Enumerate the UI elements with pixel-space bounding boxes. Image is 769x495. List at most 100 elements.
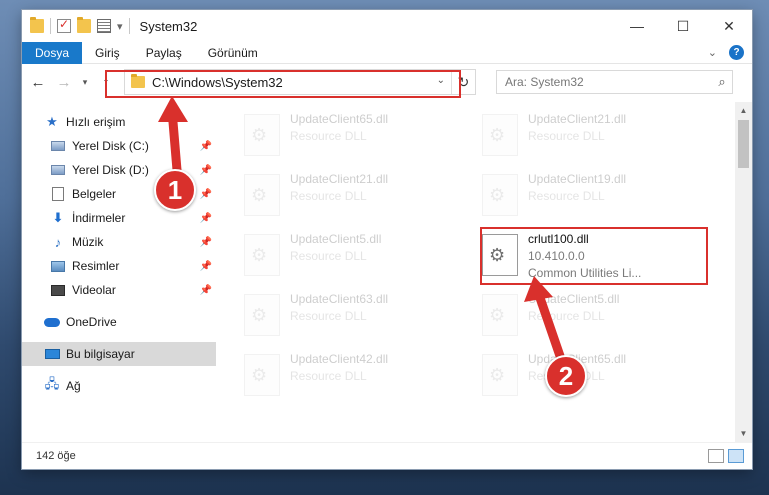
explorer-body: ★ Hızlı erişim Yerel Disk (C:) 📌 Yerel D…	[22, 102, 752, 442]
nav-label: Belgeler	[72, 187, 117, 201]
nav-label: Yerel Disk (C:)	[72, 139, 149, 153]
item-count: 142 öğe	[36, 450, 76, 462]
tab-giris[interactable]: Giriş	[82, 42, 133, 64]
callout-badge-1: 1	[154, 169, 196, 211]
help-icon[interactable]: ?	[729, 45, 744, 60]
nav-label: Bu bilgisayar	[66, 347, 135, 361]
quick-access-toolbar: ▾	[22, 17, 130, 34]
file-item[interactable]: UpdateClient5.dll Resource DLL	[482, 290, 712, 342]
nav-label: Müzik	[72, 235, 104, 249]
file-name: UpdateClient65.dll	[290, 112, 389, 126]
scroll-down-icon[interactable]: ▼	[735, 425, 752, 442]
navigation-pane: ★ Hızlı erişim Yerel Disk (C:) 📌 Yerel D…	[22, 102, 216, 442]
maximize-button[interactable]: ☐	[660, 10, 706, 42]
recent-locations-button[interactable]: ▾	[80, 77, 90, 88]
vertical-scrollbar[interactable]: ▲ ▼	[735, 102, 752, 442]
pictures-icon	[50, 258, 66, 274]
file-name: UpdateClient19.dll	[528, 172, 627, 186]
documents-icon	[50, 186, 66, 202]
view-properties-icon[interactable]	[97, 19, 111, 33]
pin-icon[interactable]: 📌	[200, 213, 212, 224]
forward-button[interactable]: →	[54, 74, 74, 91]
window-controls: — ☐ ✕	[614, 10, 752, 42]
search-icon[interactable]: ⌕	[712, 74, 732, 90]
file-name: UpdateClient21.dll	[290, 172, 389, 186]
file-item[interactable]: UpdateClient5.dll Resource DLL	[244, 230, 474, 282]
file-name: UpdateClient42.dll	[290, 352, 389, 366]
file-name: UpdateClient5.dll	[528, 292, 620, 306]
tab-gorunum[interactable]: Görünüm	[195, 42, 271, 64]
minimize-button[interactable]: —	[614, 10, 660, 42]
file-item[interactable]: UpdateClient21.dll Resource DLL	[244, 170, 474, 222]
nav-label: Ağ	[66, 379, 81, 393]
back-button[interactable]: ←	[28, 74, 48, 91]
file-item[interactable]: UpdateClient19.dll Resource DLL	[482, 170, 712, 222]
ribbon-right-controls: ⌄ ?	[708, 45, 752, 60]
properties-check-icon[interactable]	[57, 17, 71, 33]
status-bar: 142 öğe	[22, 442, 752, 469]
scroll-thumb[interactable]	[738, 120, 749, 168]
nav-item-pictures[interactable]: Resimler 📌	[22, 254, 216, 278]
customize-toolbar-dropdown[interactable]: ▾	[117, 20, 123, 33]
toolbar-separator	[50, 18, 51, 34]
file-item[interactable]: UpdateClient42.dll Resource DLL	[244, 350, 474, 402]
nav-item-downloads[interactable]: ⬇ İndirmeler 📌	[22, 206, 216, 230]
dll-file-icon	[244, 294, 280, 336]
large-icons-view-icon[interactable]	[728, 449, 744, 463]
folder-icon[interactable]	[30, 17, 44, 33]
music-icon: ♪	[54, 234, 62, 250]
dll-file-icon	[482, 174, 518, 216]
close-button[interactable]: ✕	[706, 10, 752, 42]
file-name: UpdateClient21.dll	[528, 112, 627, 126]
file-item[interactable]: UpdateClient65.dll Resource DLL	[244, 110, 474, 162]
nav-onedrive[interactable]: OneDrive	[22, 310, 216, 334]
file-item[interactable]: UpdateClient63.dll Resource DLL	[244, 290, 474, 342]
search-input[interactable]: Ara: System32 ⌕	[496, 70, 733, 94]
file-item[interactable]: UpdateClient65.dll Resource DLL	[482, 350, 712, 402]
title-bar: ▾ System32 — ☐ ✕	[22, 10, 752, 42]
disk-icon	[50, 138, 66, 154]
nav-quick-access[interactable]: ★ Hızlı erişim	[22, 110, 216, 134]
file-type: Resource DLL	[290, 189, 367, 203]
file-name: UpdateClient63.dll	[290, 292, 389, 306]
view-switcher	[708, 449, 752, 463]
new-folder-icon[interactable]	[77, 17, 91, 33]
nav-label: Resimler	[72, 259, 120, 273]
tab-dosya[interactable]: Dosya	[22, 41, 83, 64]
details-view-icon[interactable]	[708, 449, 724, 463]
pin-icon[interactable]: 📌	[200, 261, 212, 272]
nav-item-disk-c[interactable]: Yerel Disk (C:) 📌	[22, 134, 216, 158]
file-name: UpdateClient5.dll	[290, 232, 382, 246]
file-type: Resource DLL	[290, 369, 367, 383]
nav-this-pc[interactable]: Bu bilgisayar	[22, 342, 216, 366]
dll-file-icon	[482, 294, 518, 336]
file-item[interactable]: UpdateClient21.dll Resource DLL	[482, 110, 712, 162]
nav-label: İndirmeler	[72, 211, 126, 225]
computer-icon	[44, 346, 60, 362]
pin-icon[interactable]: 📌	[200, 237, 212, 248]
file-type: Resource DLL	[290, 129, 367, 143]
window-title: System32	[139, 18, 198, 34]
tab-paylas[interactable]: Paylaş	[133, 42, 195, 64]
file-type: Resource DLL	[528, 309, 605, 323]
nav-network[interactable]: 🖧 Ağ	[22, 374, 216, 398]
star-icon: ★	[46, 114, 58, 129]
scroll-up-icon[interactable]: ▲	[735, 102, 752, 119]
file-type: Resource DLL	[290, 309, 367, 323]
dll-file-icon	[244, 174, 280, 216]
pin-icon[interactable]: 📌	[200, 141, 212, 152]
videos-icon	[50, 282, 66, 298]
file-type: Resource DLL	[528, 189, 605, 203]
disk-icon	[50, 162, 66, 178]
download-icon: ⬇	[52, 210, 64, 225]
pin-icon[interactable]: 📌	[200, 189, 212, 200]
expand-ribbon-icon[interactable]: ⌄	[708, 46, 717, 59]
nav-item-music[interactable]: ♪ Müzik 📌	[22, 230, 216, 254]
nav-label: Hızlı erişim	[66, 115, 126, 129]
pin-icon[interactable]: 📌	[200, 165, 212, 176]
file-type: Resource DLL	[290, 249, 367, 263]
nav-item-videos[interactable]: Videolar 📌	[22, 278, 216, 302]
search-placeholder: Ara: System32	[505, 75, 584, 89]
pin-icon[interactable]: 📌	[200, 285, 212, 296]
nav-label: Yerel Disk (D:)	[72, 163, 149, 177]
